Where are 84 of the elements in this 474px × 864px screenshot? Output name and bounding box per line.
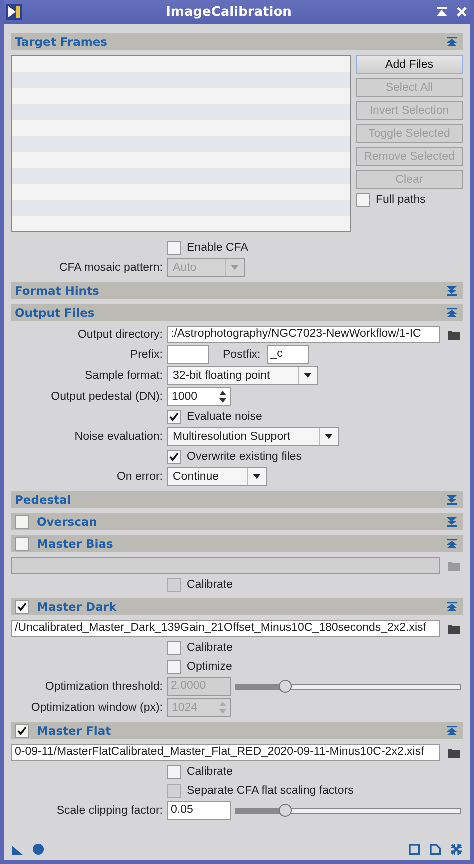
checkbox[interactable]: [167, 450, 181, 464]
checkbox-label: Overwrite existing files: [187, 450, 302, 462]
field-label: Output directory:: [76, 328, 163, 340]
section-title: Master Flat: [37, 724, 112, 738]
section-title: Overscan: [37, 514, 98, 528]
folder-icon[interactable]: [448, 748, 460, 758]
checkbox[interactable]: [167, 410, 181, 424]
path-field[interactable]: :/Astrophotography/NGC7023-NewWorkflow/1-IC: [167, 326, 440, 343]
prefix-field[interactable]: [167, 345, 209, 364]
field-label: On error:: [116, 470, 163, 482]
path-field[interactable]: 0-09-11/MasterFlatCalibrated_Master_Flat_RED_2020-09-11-Minus10C-2x2.xisf: [11, 744, 440, 761]
dropdown[interactable]: Multiresolution Support: [167, 427, 339, 446]
document-icon[interactable]: [430, 844, 441, 854]
section-header[interactable]: Target Frames: [11, 33, 463, 50]
window-title: ImageCalibration: [165, 4, 293, 20]
section-title: Output Files: [15, 306, 96, 320]
section-header[interactable]: Master Flat: [11, 722, 463, 739]
spin-box[interactable]: 1000: [167, 387, 231, 406]
caret-icon: [324, 434, 333, 439]
section-header[interactable]: Master Bias: [11, 535, 463, 552]
caret-icon: [304, 373, 312, 378]
checkbox-label: Optimize: [187, 660, 232, 672]
dropdown[interactable]: Continue: [167, 467, 268, 486]
expand-icon[interactable]: [447, 286, 457, 296]
collapse-icon[interactable]: [447, 602, 457, 612]
checkbox-label: Evaluate noise: [187, 410, 262, 422]
field-label: Prefix:: [129, 348, 163, 360]
field-label: Sample format:: [84, 370, 163, 382]
path-field[interactable]: /Uncalibrated_Master_Dark_139Gain_21Offset_Minus10C_180seconds_2x2.xisf: [11, 620, 440, 637]
checkbox-label: Full paths: [376, 194, 426, 206]
dropdown[interactable]: 32-bit floating point: [167, 366, 318, 385]
section-header[interactable]: Output Files: [11, 304, 463, 321]
field-label: Noise evaluation:: [74, 430, 163, 442]
collapse-icon[interactable]: [447, 538, 457, 548]
section-title: Target Frames: [15, 34, 109, 48]
value-field[interactable]: 0.05: [167, 801, 231, 820]
checkbox[interactable]: [15, 514, 29, 528]
section-header[interactable]: Master Dark: [11, 598, 463, 615]
checkbox[interactable]: [167, 660, 181, 674]
section-title: Master Bias: [37, 536, 114, 550]
triangle-icon[interactable]: [12, 844, 23, 854]
section-header[interactable]: Overscan: [11, 513, 463, 530]
caret-icon: [230, 265, 239, 270]
folder-icon[interactable]: [448, 624, 460, 634]
circle-icon[interactable]: [33, 844, 44, 854]
checkbox[interactable]: [167, 640, 181, 654]
action-button[interactable]: Add Files: [356, 55, 463, 74]
caret-icon: [253, 474, 262, 479]
field-label: CFA mosaic pattern:: [58, 262, 163, 274]
reset-icon[interactable]: [451, 844, 462, 854]
section-header[interactable]: Pedestal: [11, 491, 463, 508]
checkbox-label: Separate CFA flat scaling factors: [187, 784, 354, 796]
checkbox-label: Enable CFA: [187, 242, 248, 254]
checkbox[interactable]: [15, 600, 29, 614]
section-title: Master Dark: [37, 600, 118, 614]
collapse-icon[interactable]: [447, 36, 457, 46]
stepper-icon[interactable]: [219, 390, 227, 404]
collapse-icon[interactable]: [447, 726, 457, 736]
field-label: Optimization threshold:: [44, 680, 163, 692]
field-label: Optimization window (px):: [30, 702, 163, 714]
field-label: Postfix:: [223, 348, 261, 360]
slider-handle[interactable]: [279, 804, 292, 816]
shade-icon[interactable]: [436, 6, 448, 18]
postfix-field[interactable]: _c: [266, 345, 309, 364]
checkbox[interactable]: [167, 764, 181, 778]
close-icon[interactable]: [456, 6, 468, 18]
square-icon[interactable]: [409, 844, 420, 854]
checkbox-label: Calibrate: [187, 766, 234, 778]
field-label: Scale clipping factor:: [56, 804, 163, 816]
section-title: Pedestal: [15, 492, 72, 506]
checkbox[interactable]: [15, 536, 29, 550]
section-title: Format Hints: [15, 284, 100, 298]
section-header[interactable]: Format Hints: [11, 282, 463, 299]
app-icon[interactable]: [6, 4, 22, 20]
checkbox-label: Calibrate: [187, 578, 234, 590]
field-label: Output pedestal (DN):: [50, 390, 163, 402]
checkbox[interactable]: [15, 724, 29, 738]
checkbox[interactable]: [167, 240, 181, 254]
collapse-icon[interactable]: [447, 308, 457, 318]
checkbox[interactable]: [356, 193, 370, 207]
expand-icon[interactable]: [447, 494, 457, 504]
checkbox-label: Calibrate: [187, 642, 234, 654]
folder-icon[interactable]: [448, 330, 460, 340]
expand-icon[interactable]: [447, 516, 457, 526]
